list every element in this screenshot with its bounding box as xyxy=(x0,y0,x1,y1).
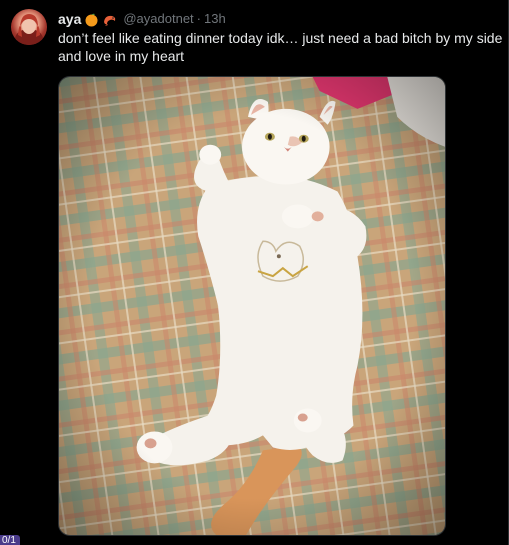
tweet: aya @ayadotnet · 13h don’t feel like eat… xyxy=(0,0,509,545)
separator-dot: · xyxy=(196,11,202,26)
tweet-text-line: and love in my heart xyxy=(58,48,185,64)
tweet-text-line: don’t feel like eating dinner today idk…… xyxy=(58,30,503,46)
shrimp-emoji-icon xyxy=(102,12,117,27)
avatar[interactable] xyxy=(11,9,47,45)
timestamp[interactable]: 13h xyxy=(204,10,226,28)
cat-photo-image xyxy=(59,77,445,535)
user-handle[interactable]: @ayadotnet xyxy=(123,10,193,28)
orange-emoji-icon xyxy=(84,12,99,27)
media-counter: 0/1 xyxy=(0,535,20,545)
display-name[interactable]: aya xyxy=(58,10,81,28)
tweet-text: don’t feel like eating dinner today idk…… xyxy=(58,29,503,65)
tweet-photo[interactable] xyxy=(58,76,446,536)
tweet-header: aya @ayadotnet · 13h xyxy=(58,10,226,28)
